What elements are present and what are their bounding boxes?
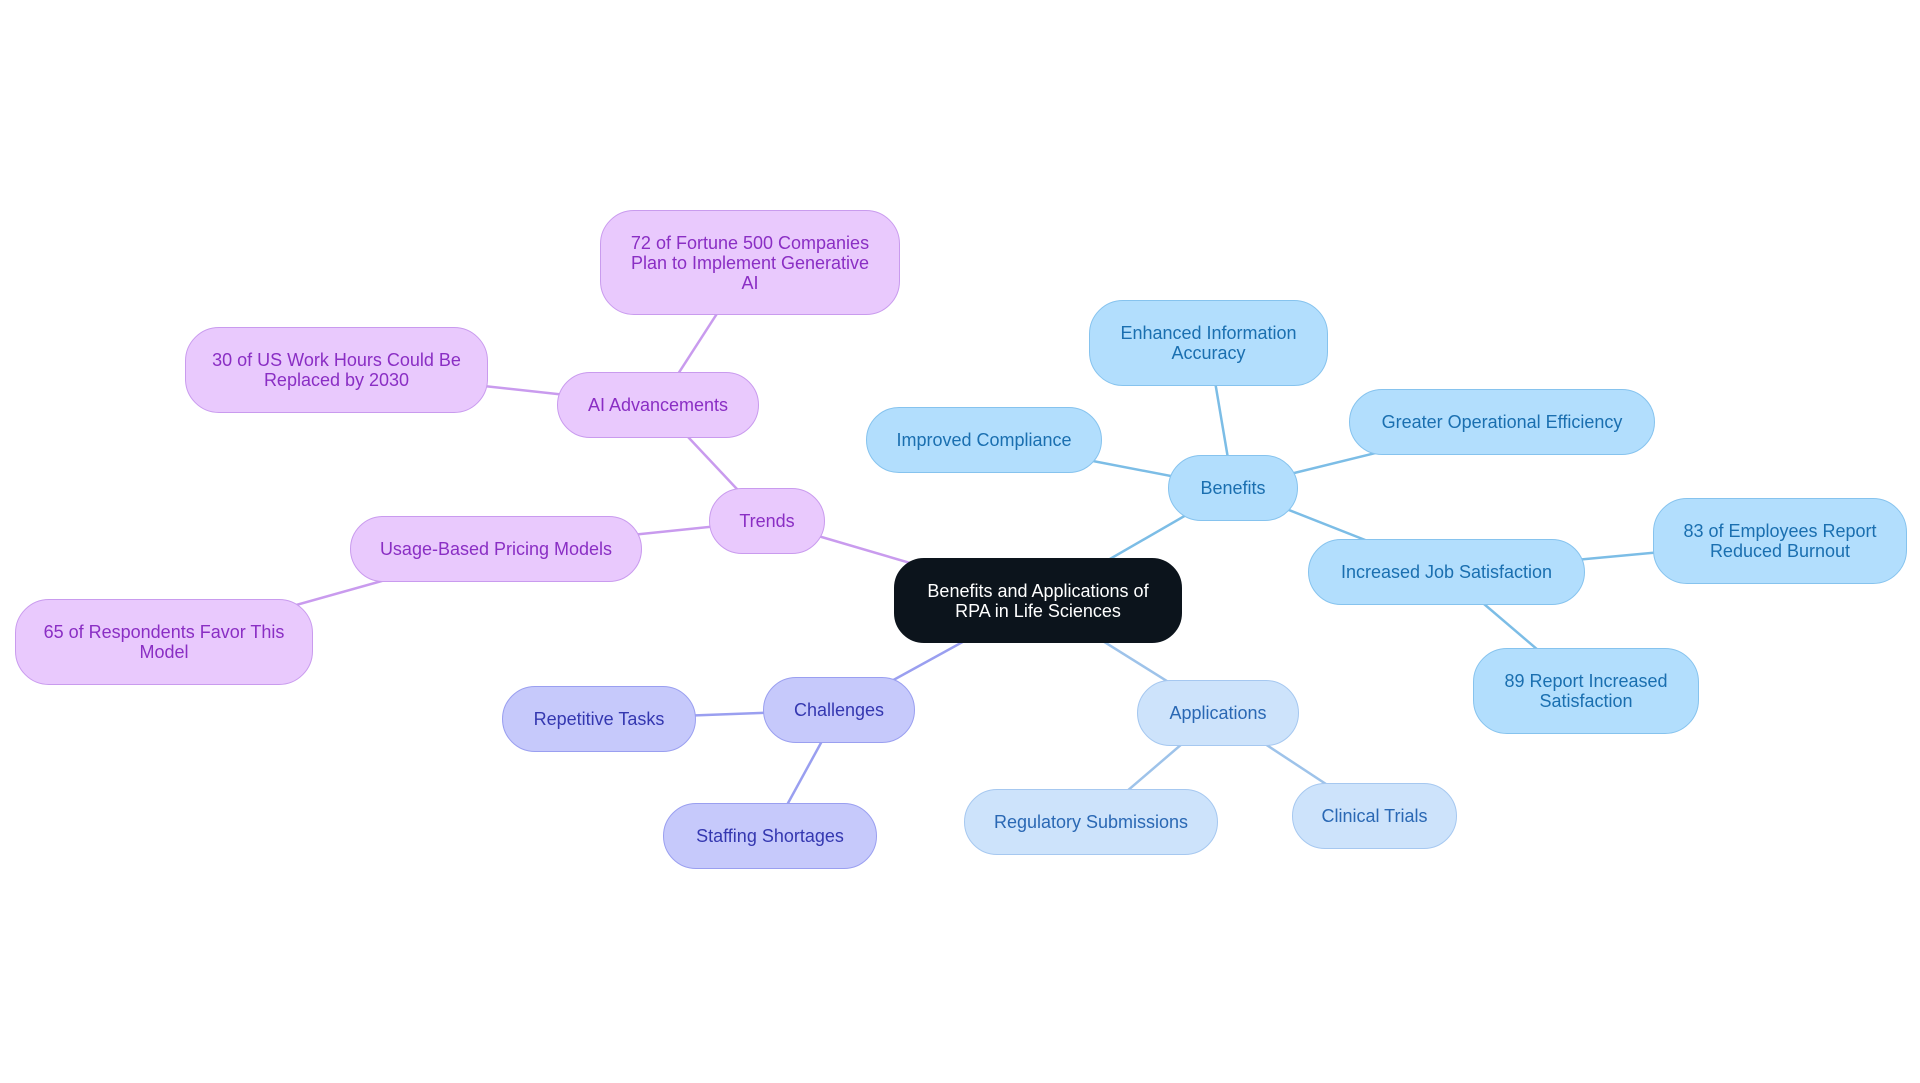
node-information-accuracy[interactable]: Enhanced Information Accuracy [1089,300,1328,386]
node-label: Staffing Shortages [696,826,844,846]
node-improved-compliance[interactable]: Improved Compliance [866,407,1102,473]
root-node[interactable]: Benefits and Applications of RPA in Life… [894,558,1182,643]
node-label: Improved Compliance [896,430,1072,450]
node-label: 89 Report Increased Satisfaction [1504,671,1668,711]
node-label: Challenges [793,700,885,720]
node-label: Greater Operational Efficiency [1381,412,1623,432]
node-work-hours[interactable]: 30 of US Work Hours Could Be Replaced by… [185,327,488,413]
node-reduced-burnout[interactable]: 83 of Employees Report Reduced Burnout [1653,498,1907,584]
node-applications[interactable]: Applications [1137,680,1299,746]
node-increased-satisfaction[interactable]: 89 Report Increased Satisfaction [1473,648,1699,734]
node-label: Benefits and Applications of RPA in Life… [927,580,1149,621]
node-regulatory-submissions[interactable]: Regulatory Submissions [964,789,1218,855]
node-benefits[interactable]: Benefits [1168,455,1298,521]
node-label: Clinical Trials [1321,806,1428,826]
node-label: Increased Job Satisfaction [1340,562,1553,582]
node-operational-efficiency[interactable]: Greater Operational Efficiency [1349,389,1655,455]
node-staffing-shortages[interactable]: Staffing Shortages [663,803,877,869]
connector-layer [163,261,1781,837]
node-respondents[interactable]: 65 of Respondents Favor This Model [15,599,313,685]
node-label: Trends [739,511,795,531]
node-clinical-trials[interactable]: Clinical Trials [1292,783,1457,849]
node-label: Usage-Based Pricing Models [379,539,613,559]
node-label: 83 of Employees Report Reduced Burnout [1683,521,1877,561]
node-usage-pricing[interactable]: Usage-Based Pricing Models [350,516,642,582]
node-label: Applications [1169,703,1267,723]
node-label: Enhanced Information Accuracy [1120,323,1297,363]
node-label: 30 of US Work Hours Could Be Replaced by… [212,350,461,390]
node-challenges[interactable]: Challenges [763,677,915,743]
node-fortune-500[interactable]: 72 of Fortune 500 Companies Plan to Impl… [600,210,900,315]
node-ai-advancements[interactable]: AI Advancements [557,372,759,438]
node-trends[interactable]: Trends [709,488,825,554]
node-repetitive-tasks[interactable]: Repetitive Tasks [502,686,696,752]
node-label: 65 of Respondents Favor This Model [43,622,285,662]
node-label: Regulatory Submissions [993,812,1189,832]
node-label: 72 of Fortune 500 Companies Plan to Impl… [630,232,870,293]
node-label: Repetitive Tasks [533,709,665,729]
node-label: AI Advancements [587,395,729,415]
node-job-satisfaction[interactable]: Increased Job Satisfaction [1308,539,1585,605]
node-label: Benefits [1200,478,1266,498]
